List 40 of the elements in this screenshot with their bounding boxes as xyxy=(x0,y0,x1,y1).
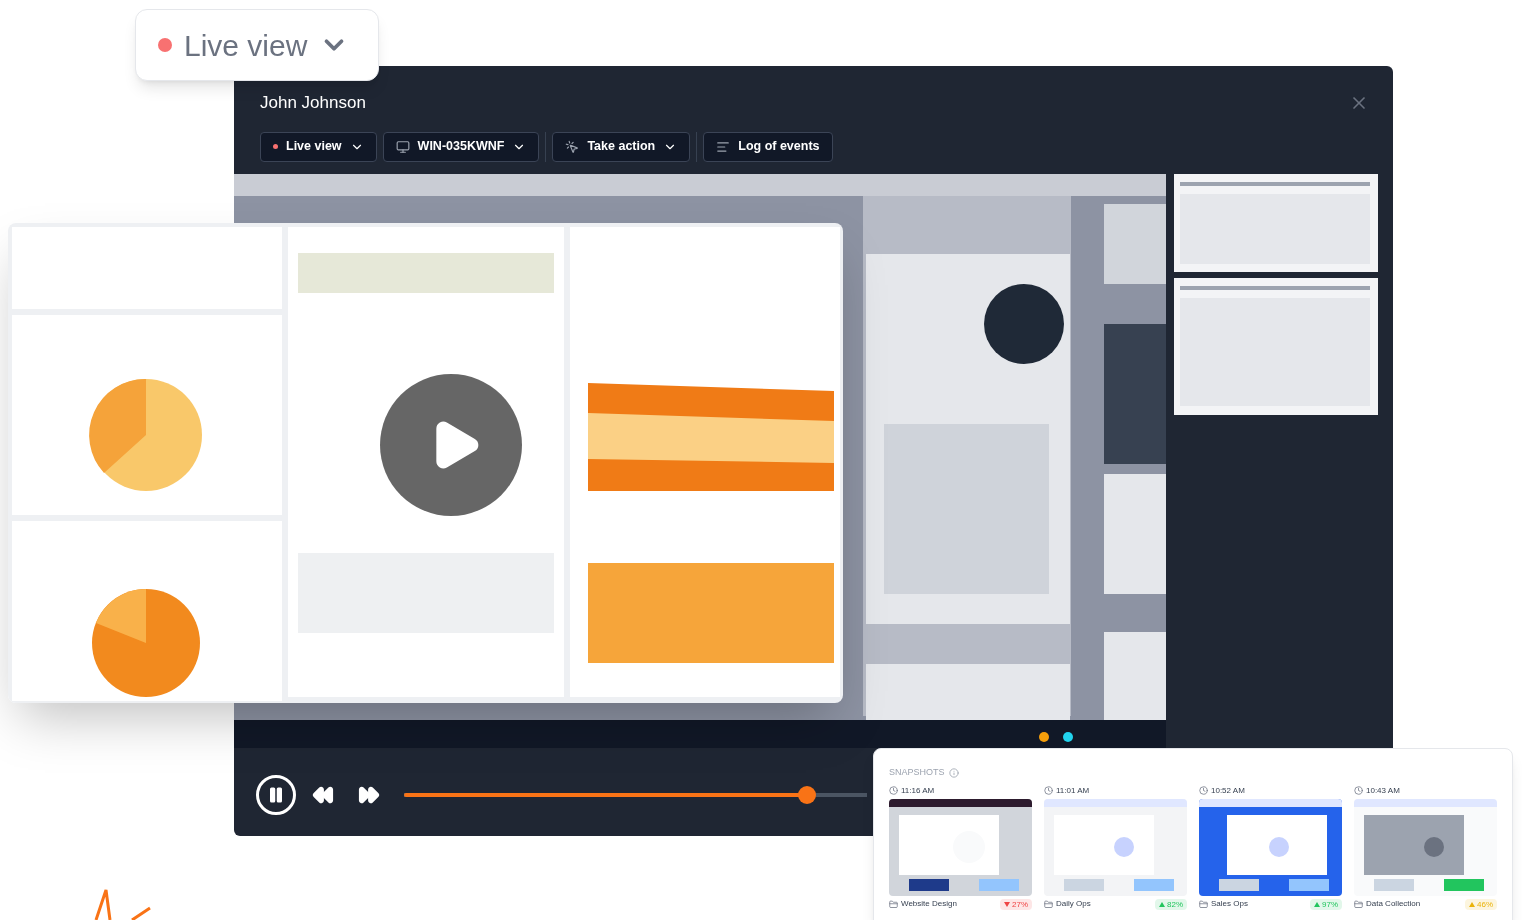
snapshot-label: Daily Ops xyxy=(1056,899,1091,909)
clock-icon xyxy=(1199,786,1208,795)
live-view-label: Live view xyxy=(184,27,308,64)
snapshot-card[interactable]: 10:43 AM Data Collection 46% xyxy=(1354,785,1497,910)
info-icon xyxy=(948,767,959,778)
snapshot-time: 11:01 AM xyxy=(1056,785,1090,796)
toolbar-button[interactable]: Take action xyxy=(552,131,691,162)
score-value: 46% xyxy=(1477,898,1493,910)
clock-icon xyxy=(889,786,898,795)
score-value: 82% xyxy=(1167,898,1183,910)
score-value: 27% xyxy=(1012,898,1028,910)
toolbar-button[interactable]: WIN-035KWNF xyxy=(382,131,540,162)
window-title: John Johnson xyxy=(260,92,366,114)
snapshot-time: 10:43 AM xyxy=(1366,785,1400,796)
snapshot-time: 10:52 AM xyxy=(1211,785,1245,796)
pointer-click-icon xyxy=(565,139,580,154)
folder-icon xyxy=(1199,899,1208,909)
monitor-icon xyxy=(395,139,410,154)
snapshots-title: SNAPSHOTS xyxy=(889,766,945,779)
clock-icon xyxy=(1044,786,1053,795)
progress-thumb[interactable] xyxy=(797,785,816,804)
pause-icon xyxy=(267,785,285,804)
score-value: 97% xyxy=(1322,898,1338,910)
live-view-dropdown[interactable]: Live view xyxy=(135,9,379,81)
snapshot-label: Sales Ops xyxy=(1211,899,1248,909)
snapshot-card[interactable]: 11:16 AM Website Design 27% xyxy=(889,785,1032,910)
list-icon xyxy=(716,139,731,154)
folder-icon xyxy=(1354,899,1363,909)
snapshot-label: Data Collection xyxy=(1366,899,1421,909)
folder-icon xyxy=(889,899,898,909)
folder-icon xyxy=(1044,899,1053,909)
snapshot-label: Website Design xyxy=(901,899,957,909)
clock-icon xyxy=(1354,786,1363,795)
toolbar-button[interactable]: Log of events xyxy=(703,131,833,162)
toolbar-button[interactable]: Live view xyxy=(260,131,377,162)
pause-button[interactable] xyxy=(256,774,296,815)
snapshot-time: 11:16 AM xyxy=(901,785,935,796)
progress-track[interactable] xyxy=(404,785,867,804)
snapshot-card[interactable]: 11:01 AM Daily Ops 82% xyxy=(1044,785,1187,910)
snapshot-card[interactable]: 10:52 AM Sales Ops 97% xyxy=(1199,785,1342,910)
